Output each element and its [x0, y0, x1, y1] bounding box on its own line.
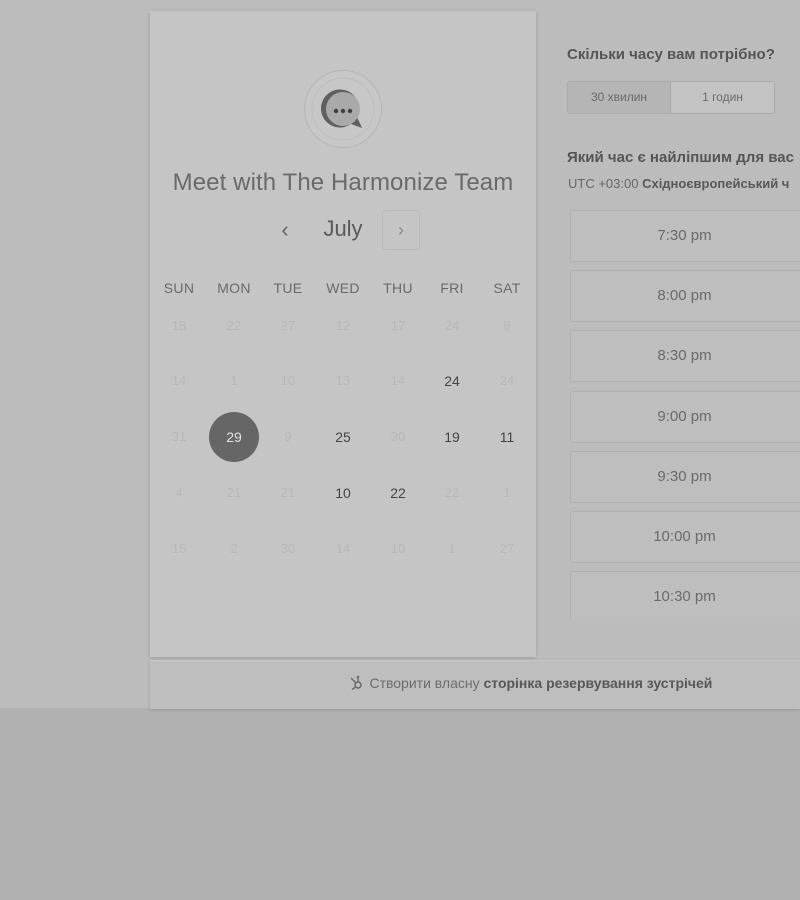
time-slot-button[interactable]: 9:00 pm [570, 390, 800, 443]
time-slot-button[interactable]: 9:30 pm [570, 450, 800, 503]
footer: Створити власну сторінка резервування зу… [150, 660, 800, 709]
time-slot-button[interactable]: 8:00 pm [570, 270, 800, 323]
calendar-day: 14 [171, 373, 187, 388]
next-month-button[interactable]: › [382, 210, 420, 250]
timezone-offset: UTC +03:00 [568, 176, 639, 191]
calendar-day: 21 [280, 485, 296, 500]
weekday-wed: WED [326, 280, 360, 296]
calendar-day: 12 [335, 318, 351, 333]
calendar-day: 8 [503, 318, 511, 333]
time-slot-list[interactable]: 7:30 pm 8:00 pm 8:30 pm 9:00 pm 9:30 pm 10:00… [570, 209, 800, 619]
calendar-day[interactable]: 10 [318, 468, 368, 518]
calendar-day: 14 [335, 541, 351, 556]
calendar-day: 1 [230, 373, 238, 388]
footer-text-bold: сторінка резервування зустрічей [483, 675, 713, 691]
timezone-selector[interactable]: UTC +03:00 Східноєвропейський ч [568, 176, 789, 191]
weekday-mon: MON [217, 280, 251, 296]
calendar-day: 4 [175, 485, 183, 500]
duration-toggle: 30 хвилин 1 годин [567, 81, 775, 114]
duration-option-30-min[interactable]: 30 хвилин [568, 82, 671, 113]
calendar-day: 24 [499, 373, 515, 388]
chat-bubble-icon [311, 77, 375, 141]
calendar-day: 30 [390, 429, 406, 444]
calendar-day-selected[interactable]: 29 [209, 412, 259, 462]
calendar-day: 14 [390, 373, 406, 388]
calendar-day[interactable]: 24 [427, 356, 477, 406]
hubspot-sprocket-icon [350, 675, 362, 691]
calendar-day: 10 [280, 373, 296, 388]
calendar-day: 22 [226, 318, 242, 333]
timezone-name: Східноєвропейський ч [642, 176, 790, 191]
calendar-day[interactable]: 19 [427, 412, 477, 462]
weekday-thu: THU [383, 280, 413, 296]
calendar-day: 1 [448, 541, 456, 556]
prev-month-button[interactable]: ‹ [272, 216, 298, 244]
calendar-day: 31 [171, 429, 187, 444]
weekday-fri: FRI [440, 280, 464, 296]
calendar-day: 1 [503, 485, 511, 500]
calendar-day: 9 [284, 429, 292, 444]
time-slot-button[interactable]: 8:30 pm [570, 330, 800, 383]
meeting-title: Meet with The Harmonize Team [172, 169, 514, 196]
team-logo [304, 70, 382, 148]
calendar-day[interactable]: 25 [318, 412, 368, 462]
calendar-day: 13 [335, 373, 351, 388]
footer-link[interactable]: Створити власну сторінка резервування зу… [150, 675, 800, 691]
month-label: July [323, 216, 363, 241]
time-question: Який час є найліпшим для вас [567, 149, 794, 166]
weekday-sat: SAT [493, 280, 521, 296]
weekday-sun: SUN [163, 280, 195, 296]
duration-question: Скільки часу вам потрібно? [567, 46, 775, 63]
calendar-day: 27 [280, 318, 296, 333]
duration-option-1-hour[interactable]: 1 годин [671, 82, 774, 113]
time-slot-button[interactable]: 7:30 pm [570, 210, 800, 262]
calendar-day: 21 [226, 485, 242, 500]
footer-text-plain: Створити власну [369, 675, 480, 691]
calendar-day: 10 [390, 541, 406, 556]
calendar-day: 30 [280, 541, 296, 556]
time-slot-button[interactable]: 10:30 pm [570, 571, 800, 619]
calendar-day: 22 [444, 485, 460, 500]
calendar-day: 27 [499, 541, 515, 556]
calendar-day: 17 [390, 318, 406, 333]
calendar-day: 2 [230, 541, 238, 556]
time-slot-button[interactable]: 10:00 pm [570, 511, 800, 563]
calendar-day[interactable]: 11 [482, 412, 532, 462]
calendar-day: 18 [171, 318, 187, 333]
calendar-day: 24 [444, 318, 460, 333]
calendar-day[interactable]: 22 [373, 468, 423, 518]
weekday-tue: TUE [273, 280, 303, 296]
calendar-day: 15 [171, 541, 187, 556]
